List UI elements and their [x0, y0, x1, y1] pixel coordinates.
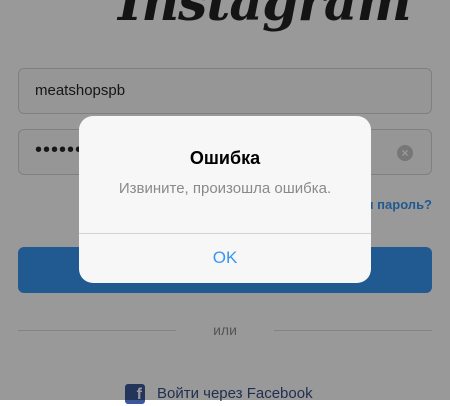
dialog-message: Извините, произошла ошибка.: [118, 180, 332, 197]
error-dialog: Ошибка Извините, произошла ошибка. OK: [79, 116, 371, 283]
dialog-title: Ошибка: [189, 148, 261, 168]
ok-button[interactable]: OK: [79, 234, 371, 283]
